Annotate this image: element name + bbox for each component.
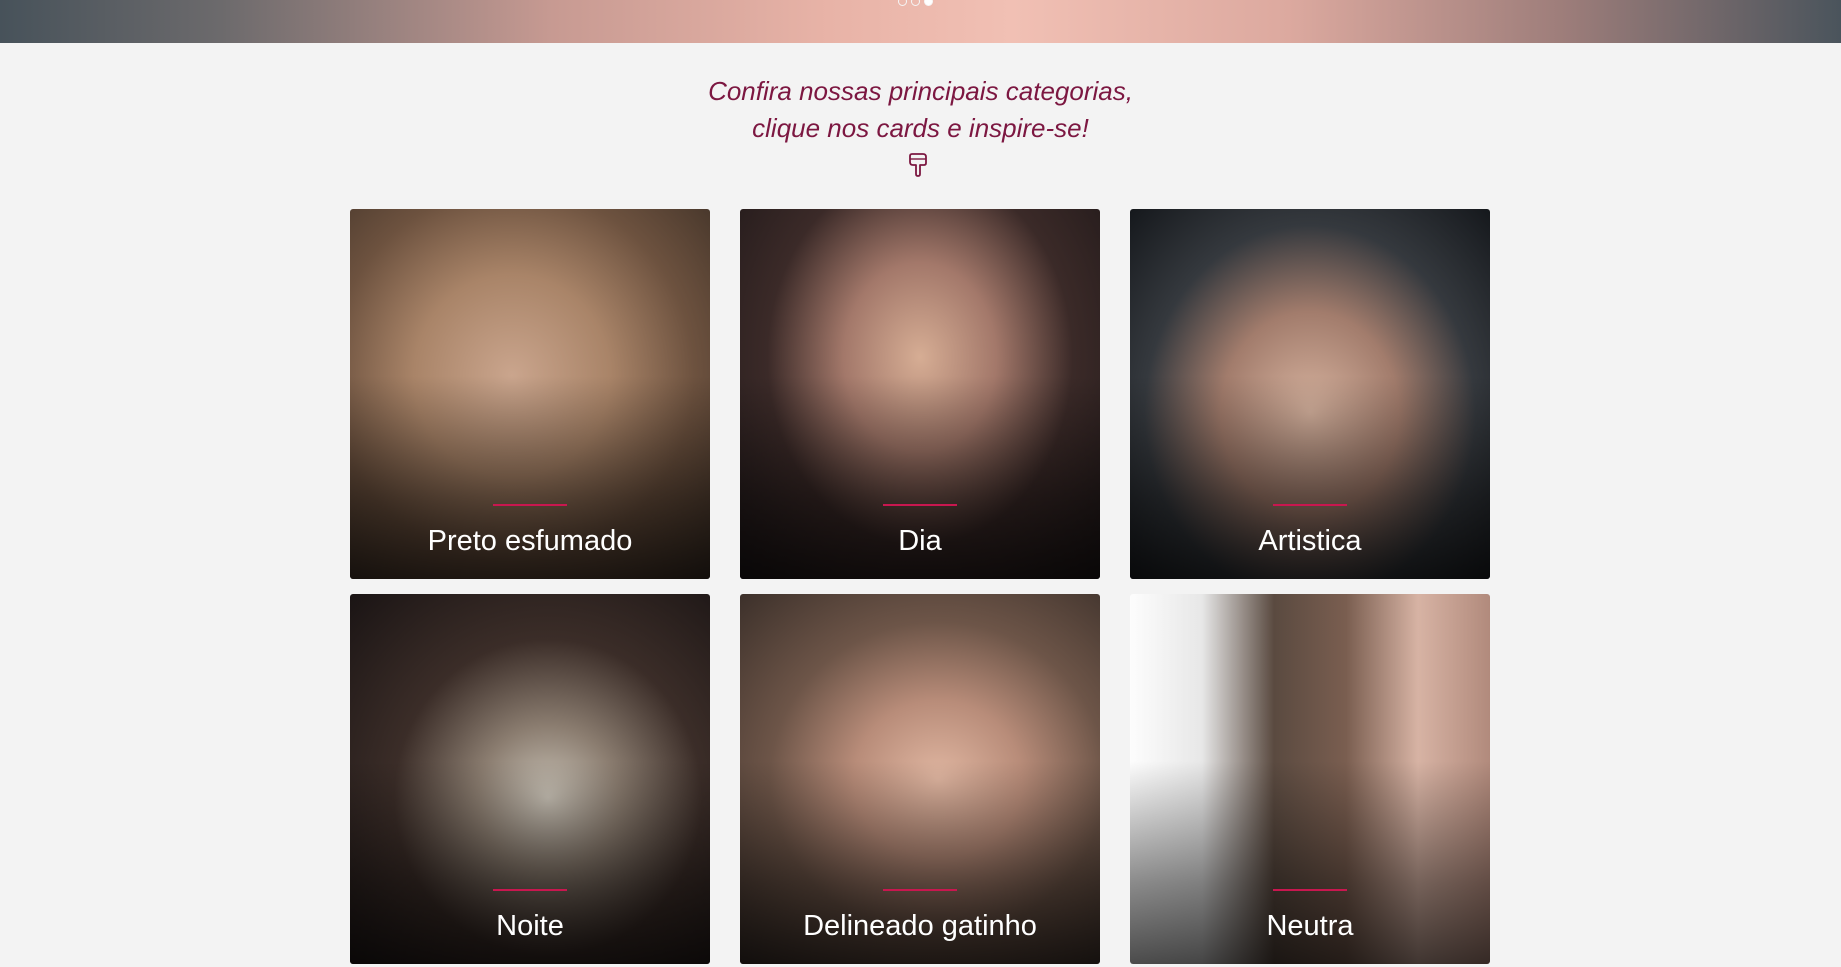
intro-line-2: clique nos cards e inspire-se! [752,113,1089,143]
card-divider [1273,889,1347,891]
carousel-dot-1[interactable] [898,0,907,6]
card-label: Dia [898,525,942,557]
card-divider [883,504,957,506]
carousel-dot-3[interactable] [924,0,933,6]
carousel-indicators [898,0,933,6]
category-card-noite[interactable]: Noite [350,594,710,964]
card-label: Preto esfumado [427,525,633,557]
card-label: Neutra [1266,910,1354,942]
carousel-dot-2[interactable] [911,0,920,6]
card-label: Delineado gatinho [803,910,1037,942]
hero-carousel[interactable] [0,0,1841,43]
pointing-down-hand-icon [909,153,927,177]
intro-text: Confira nossas principais categorias, cl… [0,73,1841,147]
category-card-artistica[interactable]: Artistica [1130,209,1490,579]
card-label: Artistica [1258,525,1362,557]
category-card-neutra[interactable]: Neutra [1130,594,1490,964]
card-label: Noite [496,910,564,942]
card-divider [493,889,567,891]
category-card-preto-esfumado[interactable]: Preto esfumado [350,209,710,579]
category-card-dia[interactable]: Dia [740,209,1100,579]
card-divider [493,504,567,506]
category-card-delineado-gatinho[interactable]: Delineado gatinho [740,594,1100,964]
intro-line-1: Confira nossas principais categorias, [708,76,1133,106]
card-divider [883,889,957,891]
card-divider [1273,504,1347,506]
